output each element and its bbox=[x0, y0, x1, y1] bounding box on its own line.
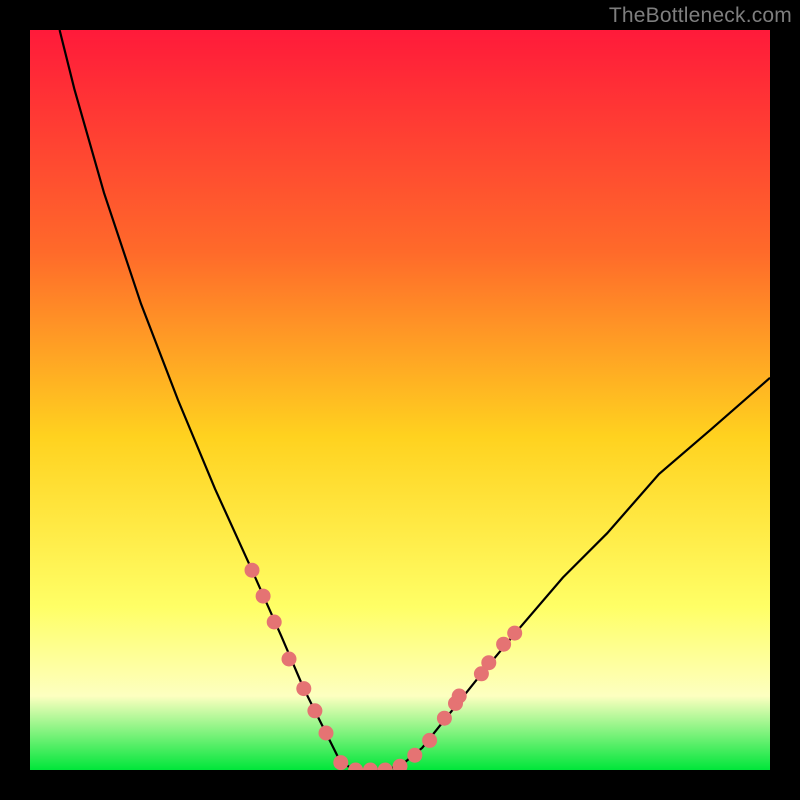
data-marker bbox=[296, 681, 311, 696]
data-marker bbox=[307, 703, 322, 718]
outer-frame: TheBottleneck.com bbox=[0, 0, 800, 800]
data-marker bbox=[507, 626, 522, 641]
data-marker bbox=[452, 689, 467, 704]
data-marker bbox=[333, 755, 348, 770]
data-marker bbox=[256, 589, 271, 604]
data-marker bbox=[267, 615, 282, 630]
data-marker bbox=[407, 748, 422, 763]
data-marker bbox=[422, 733, 437, 748]
data-marker bbox=[319, 726, 334, 741]
data-marker bbox=[437, 711, 452, 726]
gradient-background bbox=[30, 30, 770, 770]
data-marker bbox=[481, 655, 496, 670]
data-marker bbox=[245, 563, 260, 578]
data-marker bbox=[282, 652, 297, 667]
chart-svg bbox=[30, 30, 770, 770]
chart-plot-area bbox=[30, 30, 770, 770]
watermark-text: TheBottleneck.com bbox=[609, 4, 792, 28]
data-marker bbox=[496, 637, 511, 652]
